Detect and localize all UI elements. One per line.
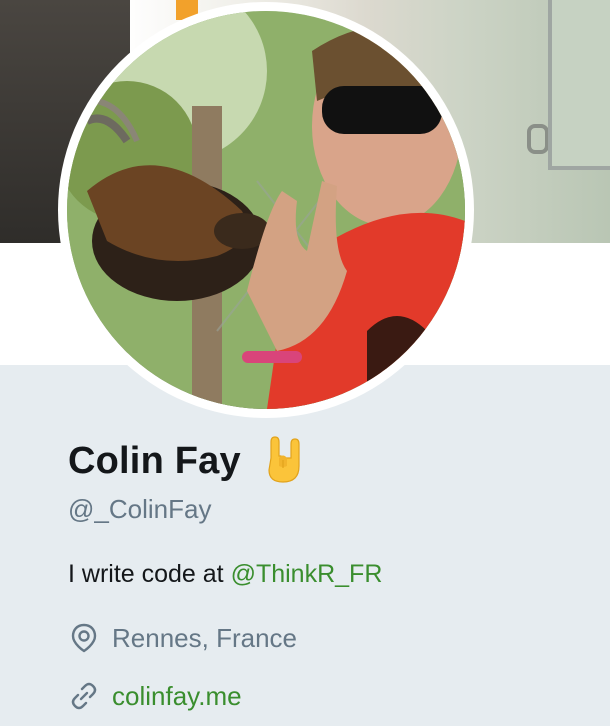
profile-location: Rennes, France (68, 622, 297, 654)
profile-avatar[interactable] (58, 2, 474, 418)
profile-website[interactable]: colinfay.me (68, 680, 242, 712)
profile-name-text: Colin Fay (68, 439, 241, 482)
location-text: Rennes, France (112, 622, 297, 653)
banner-panel-shape (548, 0, 610, 170)
bio-text: I write code at (68, 560, 231, 588)
profile-handle[interactable]: @_ColinFay (68, 494, 211, 525)
profile-info-area (0, 365, 610, 726)
website-link[interactable]: colinfay.me (112, 681, 242, 712)
location-pin-icon (68, 622, 100, 654)
profile-bio: I write code at @ThinkR_FR (68, 560, 382, 589)
avatar-photo (67, 11, 465, 409)
banner-knob-shape (527, 124, 549, 154)
bio-mention-link[interactable]: @ThinkR_FR (231, 560, 383, 588)
profile-name: Colin Fay (68, 436, 307, 486)
sign-of-the-horns-emoji-icon (261, 436, 307, 486)
avatar-illustration (67, 11, 465, 409)
link-icon (68, 680, 100, 712)
